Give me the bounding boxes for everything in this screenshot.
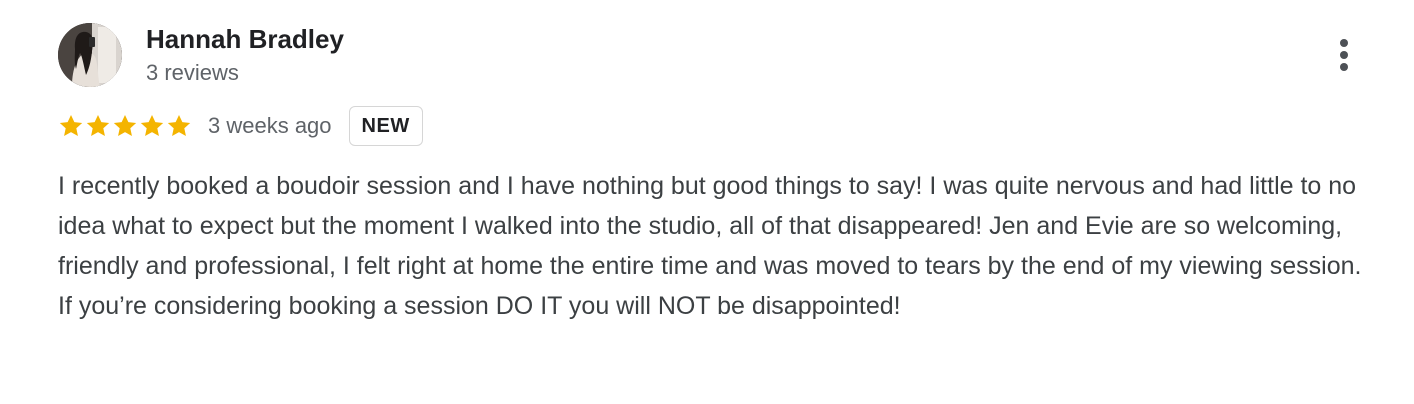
new-badge: NEW [348,106,423,146]
rating-row: 3 weeks ago NEW [58,104,423,148]
star-icon [113,114,137,136]
review-text: I recently booked a boudoir session and … [58,172,1362,320]
star-icon [86,114,110,136]
author-name[interactable]: Hannah Bradley [146,24,344,54]
avatar[interactable] [58,23,122,87]
star-icon [167,114,191,136]
more-options-button[interactable] [1326,34,1362,76]
review-card: Hannah Bradley 3 reviews 3 weeks ago NEW… [0,0,1414,404]
star-rating [58,113,192,139]
review-date: 3 weeks ago [208,113,332,138]
user-photo-icon [58,23,122,87]
star-icon [140,114,164,136]
review-count[interactable]: 3 reviews [146,60,239,86]
star-icon [59,114,83,136]
